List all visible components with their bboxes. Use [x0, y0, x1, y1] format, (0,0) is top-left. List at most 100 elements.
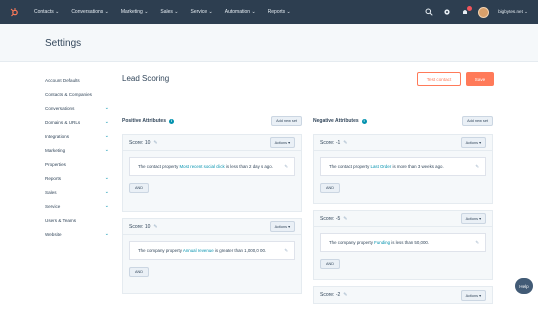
actions-dropdown[interactable]: Actions ▾ [460, 289, 486, 301]
score-label: Score: -2 ✎ [320, 292, 348, 298]
sidebar-item-users-teams[interactable]: Users & Teams [45, 213, 109, 227]
score-value: Score: -5 [320, 215, 341, 222]
sidebar-item-label: Service [45, 203, 61, 209]
chevron-down-icon: ⌄ [104, 203, 109, 209]
criteria-text: is less than 50,000. [390, 240, 430, 245]
score-card: Score: -5 ✎ Actions ▾ The company propert… [313, 210, 493, 280]
chevron-down-icon: ⌄ [104, 175, 109, 181]
and-button[interactable]: AND [320, 183, 341, 193]
pencil-icon[interactable]: ✎ [284, 247, 288, 254]
info-icon[interactable]: i [169, 118, 174, 124]
criteria-text: The company property [329, 240, 375, 245]
property-link[interactable]: Most recent social click [180, 164, 225, 169]
sidebar-item-label: Marketing [45, 147, 66, 153]
sidebar-item-integrations[interactable]: Integrations ⌄ [45, 129, 109, 143]
sidebar-item-label: Sales [45, 189, 57, 195]
nav-reports[interactable]: Reports ⌄ [262, 9, 297, 15]
sidebar-item-domains-urls[interactable]: Domains & URLs ⌄ [45, 115, 109, 129]
sidebar-item-account-defaults[interactable]: Account Defaults [45, 73, 109, 87]
score-label: Score: -5 ✎ [320, 216, 348, 222]
actions-dropdown[interactable]: Actions ▾ [460, 137, 486, 148]
score-label: Score: -1 ✎ [320, 140, 348, 146]
account-menu[interactable]: bigbytes.net ⌄ [498, 9, 528, 15]
sidebar-item-label: Users & Teams [45, 217, 77, 223]
sidebar-item-label: Contacts & Companies [45, 91, 92, 97]
and-button[interactable]: AND [129, 267, 150, 277]
nav-automation[interactable]: Automation ⌄ [219, 9, 262, 15]
chevron-down-icon: ⌄ [104, 189, 109, 195]
chevron-down-icon: ⌄ [104, 133, 109, 139]
criteria-text: The contact property [329, 164, 371, 169]
score-card: Score: 10 ✎ Actions ▾ The company propert… [122, 218, 302, 294]
score-card: Score: -1 ✎ Actions ▾ The contact propert… [313, 134, 493, 204]
chevron-down-icon: ⌄ [104, 231, 109, 237]
criteria-box[interactable]: The contact property Last Order is more … [320, 157, 486, 176]
score-card: Score: -2 ✎ Actions ▾ [313, 286, 493, 304]
sidebar-item-website[interactable]: Website ⌄ [45, 227, 109, 241]
save-button[interactable]: Save [466, 72, 494, 86]
pencil-icon[interactable]: ✎ [475, 163, 479, 170]
criteria-box[interactable]: The contact property Most recent social … [129, 157, 295, 176]
sidebar-item-label: Reports [45, 175, 62, 181]
sidebar-item-service[interactable]: Service ⌄ [45, 199, 109, 213]
chevron-down-icon: ⌄ [104, 119, 109, 125]
chevron-down-icon: ⌄ [104, 147, 109, 153]
sidebar-item-label: Conversations [45, 105, 75, 111]
add-new-set-button[interactable]: Add new set [462, 116, 493, 126]
and-button[interactable]: AND [129, 183, 150, 193]
criteria-text: The company property [138, 248, 183, 253]
avatar[interactable] [478, 6, 490, 18]
score-value: Score: 10 [129, 139, 151, 146]
nav-service[interactable]: Service ⌄ [185, 9, 219, 15]
score-value: Score: -1 [320, 139, 341, 146]
test-contact-button[interactable]: Test contact [417, 72, 461, 86]
sidebar-item-label: Website [45, 231, 62, 237]
pencil-icon[interactable]: ✎ [153, 224, 157, 230]
sidebar-item-marketing[interactable]: Marketing ⌄ [45, 143, 109, 157]
page-title: Settings [45, 38, 82, 49]
criteria-text: is more than 3 weeks ago. [391, 164, 444, 169]
chevron-down-icon: ⌄ [104, 105, 109, 111]
sidebar-item-label: Domains & URLs [45, 119, 81, 125]
nav-contacts[interactable]: Contacts ⌄ [28, 9, 65, 15]
sidebar-item-label: Integrations [45, 133, 70, 139]
score-label: Score: 10 ✎ [129, 140, 158, 146]
pencil-icon[interactable]: ✎ [343, 140, 347, 146]
help-button[interactable]: Help [515, 278, 533, 294]
pencil-icon[interactable]: ✎ [153, 140, 157, 146]
notifications-icon[interactable] [460, 5, 473, 17]
nav-conversations[interactable]: Conversations ⌄ [65, 9, 115, 15]
score-card: Score: 10 ✎ Actions ▾ The contact propert… [122, 134, 302, 212]
info-icon[interactable]: i [361, 118, 367, 124]
actions-dropdown[interactable]: Actions ▾ [269, 137, 295, 148]
property-link[interactable]: Last Order [371, 164, 392, 169]
criteria-text: is less than 2 day s ago. [224, 164, 273, 169]
sidebar-item-reports[interactable]: Reports ⌄ [45, 171, 109, 185]
sidebar-item-conversations[interactable]: Conversations ⌄ [45, 101, 109, 115]
criteria-box[interactable]: The company property Funding is less tha… [320, 233, 486, 252]
pencil-icon[interactable]: ✎ [284, 163, 288, 170]
criteria-text: is greater than 1,000,0 00. [213, 248, 267, 253]
top-nav: Contacts ⌄ Conversations ⌄ Marketing ⌄ S… [0, 0, 538, 24]
nav-marketing[interactable]: Marketing ⌄ [115, 9, 155, 15]
property-link[interactable]: Annual revenue [183, 248, 214, 253]
pencil-icon[interactable]: ✎ [343, 216, 347, 222]
pencil-icon[interactable]: ✎ [475, 239, 479, 246]
pencil-icon[interactable]: ✎ [343, 292, 347, 298]
positive-attributes-title: Positive Attributes i [122, 118, 174, 124]
sidebar-item-contacts-companies[interactable]: Contacts & Companies [45, 87, 109, 101]
and-button[interactable]: AND [320, 259, 341, 269]
score-value: Score: -2 [320, 292, 341, 298]
sidebar-item-properties[interactable]: Properties [45, 157, 109, 171]
nav-sales[interactable]: Sales ⌄ [154, 9, 184, 15]
actions-dropdown[interactable]: Actions ▾ [269, 221, 295, 232]
property-link[interactable]: Funding [374, 240, 390, 245]
gear-icon[interactable] [442, 8, 451, 17]
negative-attributes-column: Negative Attributes i Add new set Score: … [313, 116, 493, 304]
sidebar-item-sales[interactable]: Sales ⌄ [45, 185, 109, 199]
actions-dropdown[interactable]: Actions ▾ [460, 213, 486, 224]
add-new-set-button[interactable]: Add new set [271, 116, 302, 126]
hubspot-logo-icon[interactable] [0, 0, 28, 24]
search-icon[interactable] [424, 8, 433, 17]
criteria-box[interactable]: The company property Annual revenue is g… [129, 241, 295, 260]
